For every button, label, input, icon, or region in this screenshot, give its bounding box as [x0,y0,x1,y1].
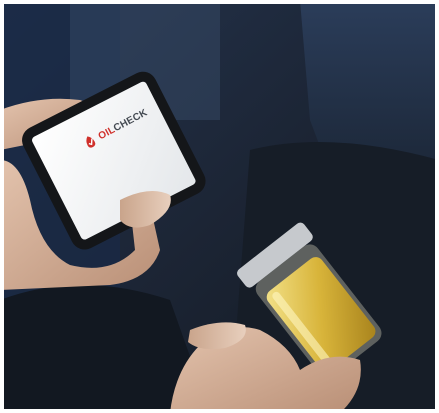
photo-scene: OILCHECK [0,0,439,413]
photo-illustration [0,0,439,413]
